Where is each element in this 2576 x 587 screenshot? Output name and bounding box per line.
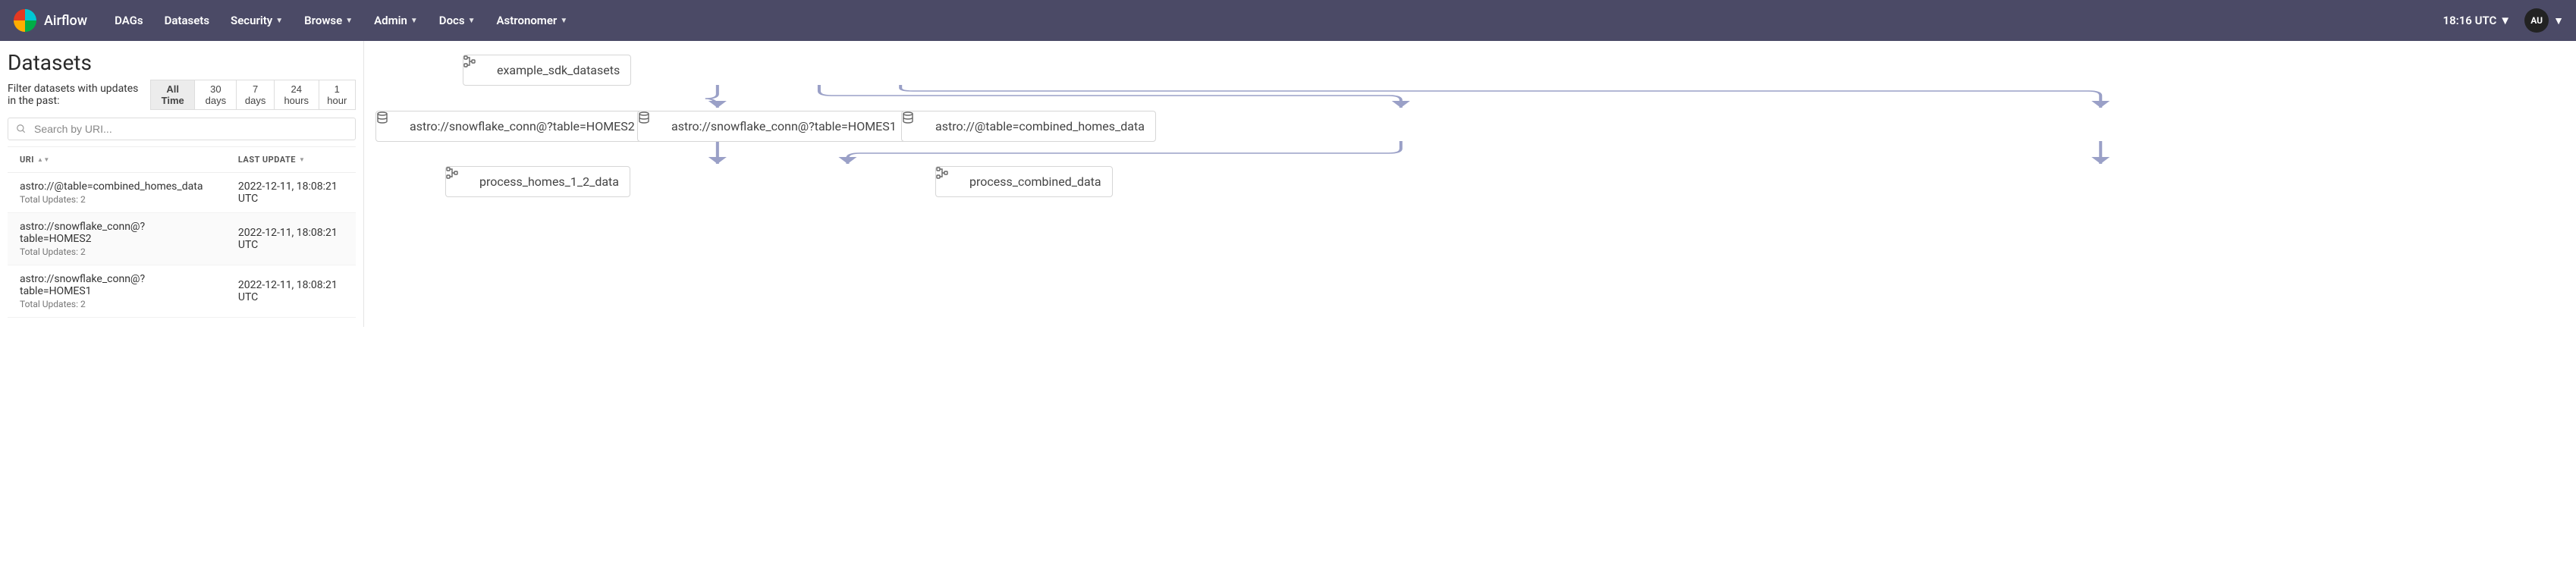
filter-7-days[interactable]: 7 days: [236, 80, 274, 110]
row-sub: Total Updates: 2: [20, 194, 214, 205]
chevron-down-icon: ▼: [560, 17, 567, 25]
sort-icon: ▲▼: [37, 158, 50, 162]
chevron-down-icon: ▼: [468, 17, 476, 25]
node-dag-root[interactable]: example_sdk_datasets: [463, 55, 631, 86]
node-label: astro://@table=combined_homes_data: [935, 119, 1145, 133]
nav-browse-label: Browse: [304, 14, 342, 27]
nav-dags[interactable]: DAGs: [115, 14, 143, 27]
dag-icon: [457, 176, 469, 188]
nav-items: DAGs Datasets Security▼ Browse▼ Admin▼ D…: [115, 14, 567, 27]
search-input[interactable]: [34, 123, 347, 135]
filter-label: Filter datasets with updates in the past…: [8, 83, 146, 107]
filter-30-days[interactable]: 30 days: [194, 80, 236, 110]
navbar: Airflow DAGs Datasets Security▼ Browse▼ …: [0, 0, 2576, 41]
datasets-table: URI▲▼ LAST UPDATE▼ astro://@table=combin…: [8, 146, 356, 318]
table-row[interactable]: astro://snowflake_conn@?table=HOMES1 Tota…: [8, 265, 356, 318]
avatar-initials: AU: [2530, 15, 2543, 26]
right-panel: example_sdk_datasets astro://snowflake_c…: [364, 41, 2576, 327]
page-title: Datasets: [8, 50, 356, 75]
col-last-label: LAST UPDATE: [238, 155, 296, 165]
dag-icon: [474, 64, 486, 77]
chevron-down-icon: ▼: [345, 17, 353, 25]
col-uri[interactable]: URI▲▼: [8, 147, 226, 173]
dag-icon: [947, 176, 959, 188]
node-dataset-homes1[interactable]: astro://snowflake_conn@?table=HOMES1: [637, 111, 908, 142]
node-label: astro://snowflake_conn@?table=HOMES1: [671, 119, 897, 133]
nav-security-label: Security: [231, 14, 272, 27]
sort-desc-icon: ▼: [299, 158, 305, 162]
filter-1-hour[interactable]: 1 hour: [319, 80, 356, 110]
node-label: process_combined_data: [969, 174, 1101, 189]
node-dataset-combined[interactable]: astro://@table=combined_homes_data: [901, 111, 1156, 142]
row-sub: Total Updates: 2: [20, 299, 214, 309]
filter-all-time[interactable]: All Time: [150, 80, 194, 110]
col-last-update[interactable]: LAST UPDATE▼: [226, 147, 356, 173]
nav-admin[interactable]: Admin▼: [374, 14, 418, 27]
main: Datasets Filter datasets with updates in…: [0, 41, 2576, 327]
node-label: astro://snowflake_conn@?table=HOMES2: [410, 119, 635, 133]
row-uri: astro://snowflake_conn@?table=HOMES2: [20, 221, 214, 245]
node-dataset-homes2[interactable]: astro://snowflake_conn@?table=HOMES2: [375, 111, 646, 142]
nav-docs[interactable]: Docs▼: [439, 14, 476, 27]
nav-security[interactable]: Security▼: [231, 14, 283, 27]
graph[interactable]: example_sdk_datasets astro://snowflake_c…: [372, 49, 2568, 291]
row-last-update: 2022-12-11, 18:08:21 UTC: [226, 213, 356, 265]
col-uri-label: URI: [20, 155, 34, 165]
node-label: process_homes_1_2_data: [479, 174, 619, 189]
filter-24-hours[interactable]: 24 hours: [274, 80, 319, 110]
chevron-down-icon: ▼: [410, 17, 418, 25]
brand[interactable]: Airflow: [12, 8, 87, 33]
user-menu[interactable]: AU ▼: [2524, 8, 2564, 33]
nav-admin-label: Admin: [374, 14, 407, 27]
row-last-update: 2022-12-11, 18:08:21 UTC: [226, 173, 356, 213]
left-panel: Datasets Filter datasets with updates in…: [0, 41, 364, 327]
row-sub: Total Updates: 2: [20, 246, 214, 257]
brand-name: Airflow: [44, 13, 87, 29]
nav-datasets[interactable]: Datasets: [165, 14, 209, 27]
search-wrap[interactable]: [8, 118, 356, 140]
table-row[interactable]: astro://@table=combined_homes_dataTotal …: [8, 173, 356, 213]
database-icon: [913, 121, 925, 133]
chevron-down-icon: ▼: [2499, 14, 2511, 27]
nav-datasets-label: Datasets: [165, 14, 209, 27]
nav-astronomer-label: Astronomer: [497, 14, 558, 27]
avatar: AU: [2524, 8, 2549, 33]
table-row[interactable]: astro://snowflake_conn@?table=HOMES2Tota…: [8, 213, 356, 265]
row-uri: astro://@table=combined_homes_data: [20, 180, 214, 193]
time-display[interactable]: 18:16 UTC ▼: [2443, 14, 2512, 27]
graph-edges: [372, 49, 2568, 291]
row-uri: astro://snowflake_conn@?table=HOMES1: [20, 273, 214, 297]
node-dag-process-combined[interactable]: process_combined_data: [935, 166, 1113, 197]
chevron-down-icon: ▼: [2553, 14, 2564, 27]
database-icon: [649, 121, 661, 133]
airflow-logo-icon: [12, 8, 38, 33]
filter-row: Filter datasets with updates in the past…: [8, 80, 356, 110]
nav-docs-label: Docs: [439, 14, 465, 27]
nav-dags-label: DAGs: [115, 14, 143, 27]
database-icon: [387, 121, 399, 133]
node-dag-process-1-2[interactable]: process_homes_1_2_data: [445, 166, 630, 197]
search-icon: [16, 124, 27, 134]
row-last-update: 2022-12-11, 18:08:21 UTC: [226, 265, 356, 318]
node-label: example_sdk_datasets: [497, 63, 620, 77]
navbar-right: 18:16 UTC ▼ AU ▼: [2443, 8, 2565, 33]
chevron-down-icon: ▼: [275, 17, 283, 25]
nav-astronomer[interactable]: Astronomer▼: [497, 14, 568, 27]
time-label: 18:16 UTC: [2443, 14, 2497, 27]
nav-browse[interactable]: Browse▼: [304, 14, 353, 27]
